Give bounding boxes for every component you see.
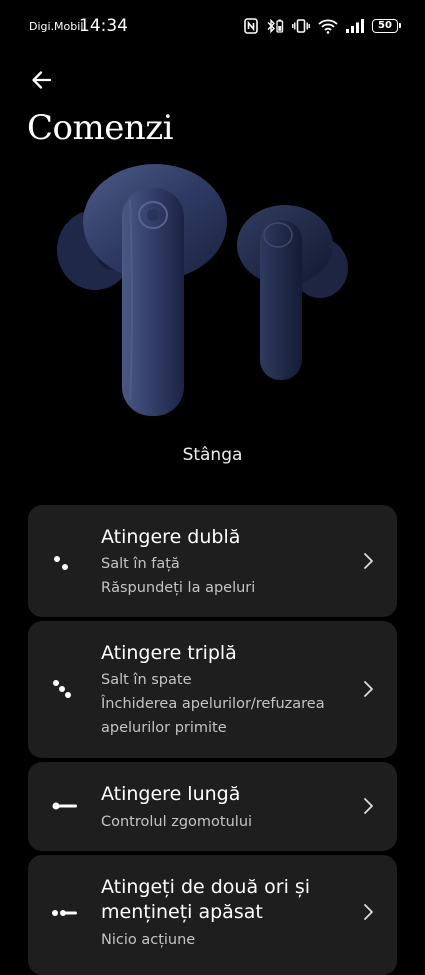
gesture-title: Atingere dublă xyxy=(101,526,241,548)
battery-level: 50 xyxy=(378,20,392,31)
gesture-action-2: Închiderea apelurilor/refuzarea xyxy=(101,696,325,712)
gesture-double-tap[interactable]: Atingere dublă Salt în față Răspundeți l… xyxy=(28,505,397,617)
gesture-action-2: Răspundeți la apeluri xyxy=(101,580,256,596)
earbuds-image xyxy=(57,164,348,416)
chevron-right-icon xyxy=(364,904,373,920)
page-title: Comenzi xyxy=(27,108,174,148)
nfc-icon xyxy=(244,18,258,34)
double-tap-icon xyxy=(54,556,68,570)
gesture-action-1: Nicio acțiune xyxy=(101,932,196,948)
gesture-action-1: Salt în față xyxy=(101,556,180,572)
gesture-long-press[interactable]: Atingere lungă Controlul zgomotului xyxy=(28,762,397,851)
status-bar: Digi.Mobil 14:34 50 xyxy=(0,0,425,54)
bluetooth-battery-icon xyxy=(267,18,284,34)
chevron-right-icon xyxy=(364,798,373,814)
gesture-double-tap-hold[interactable]: Atingeți de două ori și mențineți apăsat… xyxy=(28,855,397,975)
carrier-name: Digi.Mobil xyxy=(29,20,84,33)
signal-icon xyxy=(346,19,364,33)
long-press-icon xyxy=(52,802,77,810)
gesture-title: Atingere triplă xyxy=(101,642,237,664)
gesture-title: Atingere lungă xyxy=(101,783,241,805)
gesture-action-1: Controlul zgomotului xyxy=(101,814,253,830)
gesture-action-1: Salt în spate xyxy=(101,672,192,688)
status-time: 14:34 xyxy=(79,16,128,36)
back-button[interactable] xyxy=(28,66,56,94)
gesture-action-2-cont: apelurilor primite xyxy=(101,720,227,736)
vibrate-icon xyxy=(292,19,310,33)
triple-tap-icon xyxy=(53,680,71,698)
battery-icon: 50 xyxy=(372,19,401,33)
chevron-right-icon xyxy=(364,553,373,569)
gesture-title-line-2: mențineți apăsat xyxy=(101,901,263,923)
chevron-right-icon xyxy=(364,681,373,697)
status-icons: 50 xyxy=(244,16,401,36)
earbud-side-label: Stânga xyxy=(182,445,243,465)
double-tap-hold-icon xyxy=(52,910,77,916)
gesture-title-line-1: Atingeți de două ori și xyxy=(101,876,311,898)
gesture-triple-tap[interactable]: Atingere triplă Salt în spate Închiderea… xyxy=(28,621,397,758)
arrow-left-icon xyxy=(32,71,52,89)
wifi-icon xyxy=(318,19,338,34)
